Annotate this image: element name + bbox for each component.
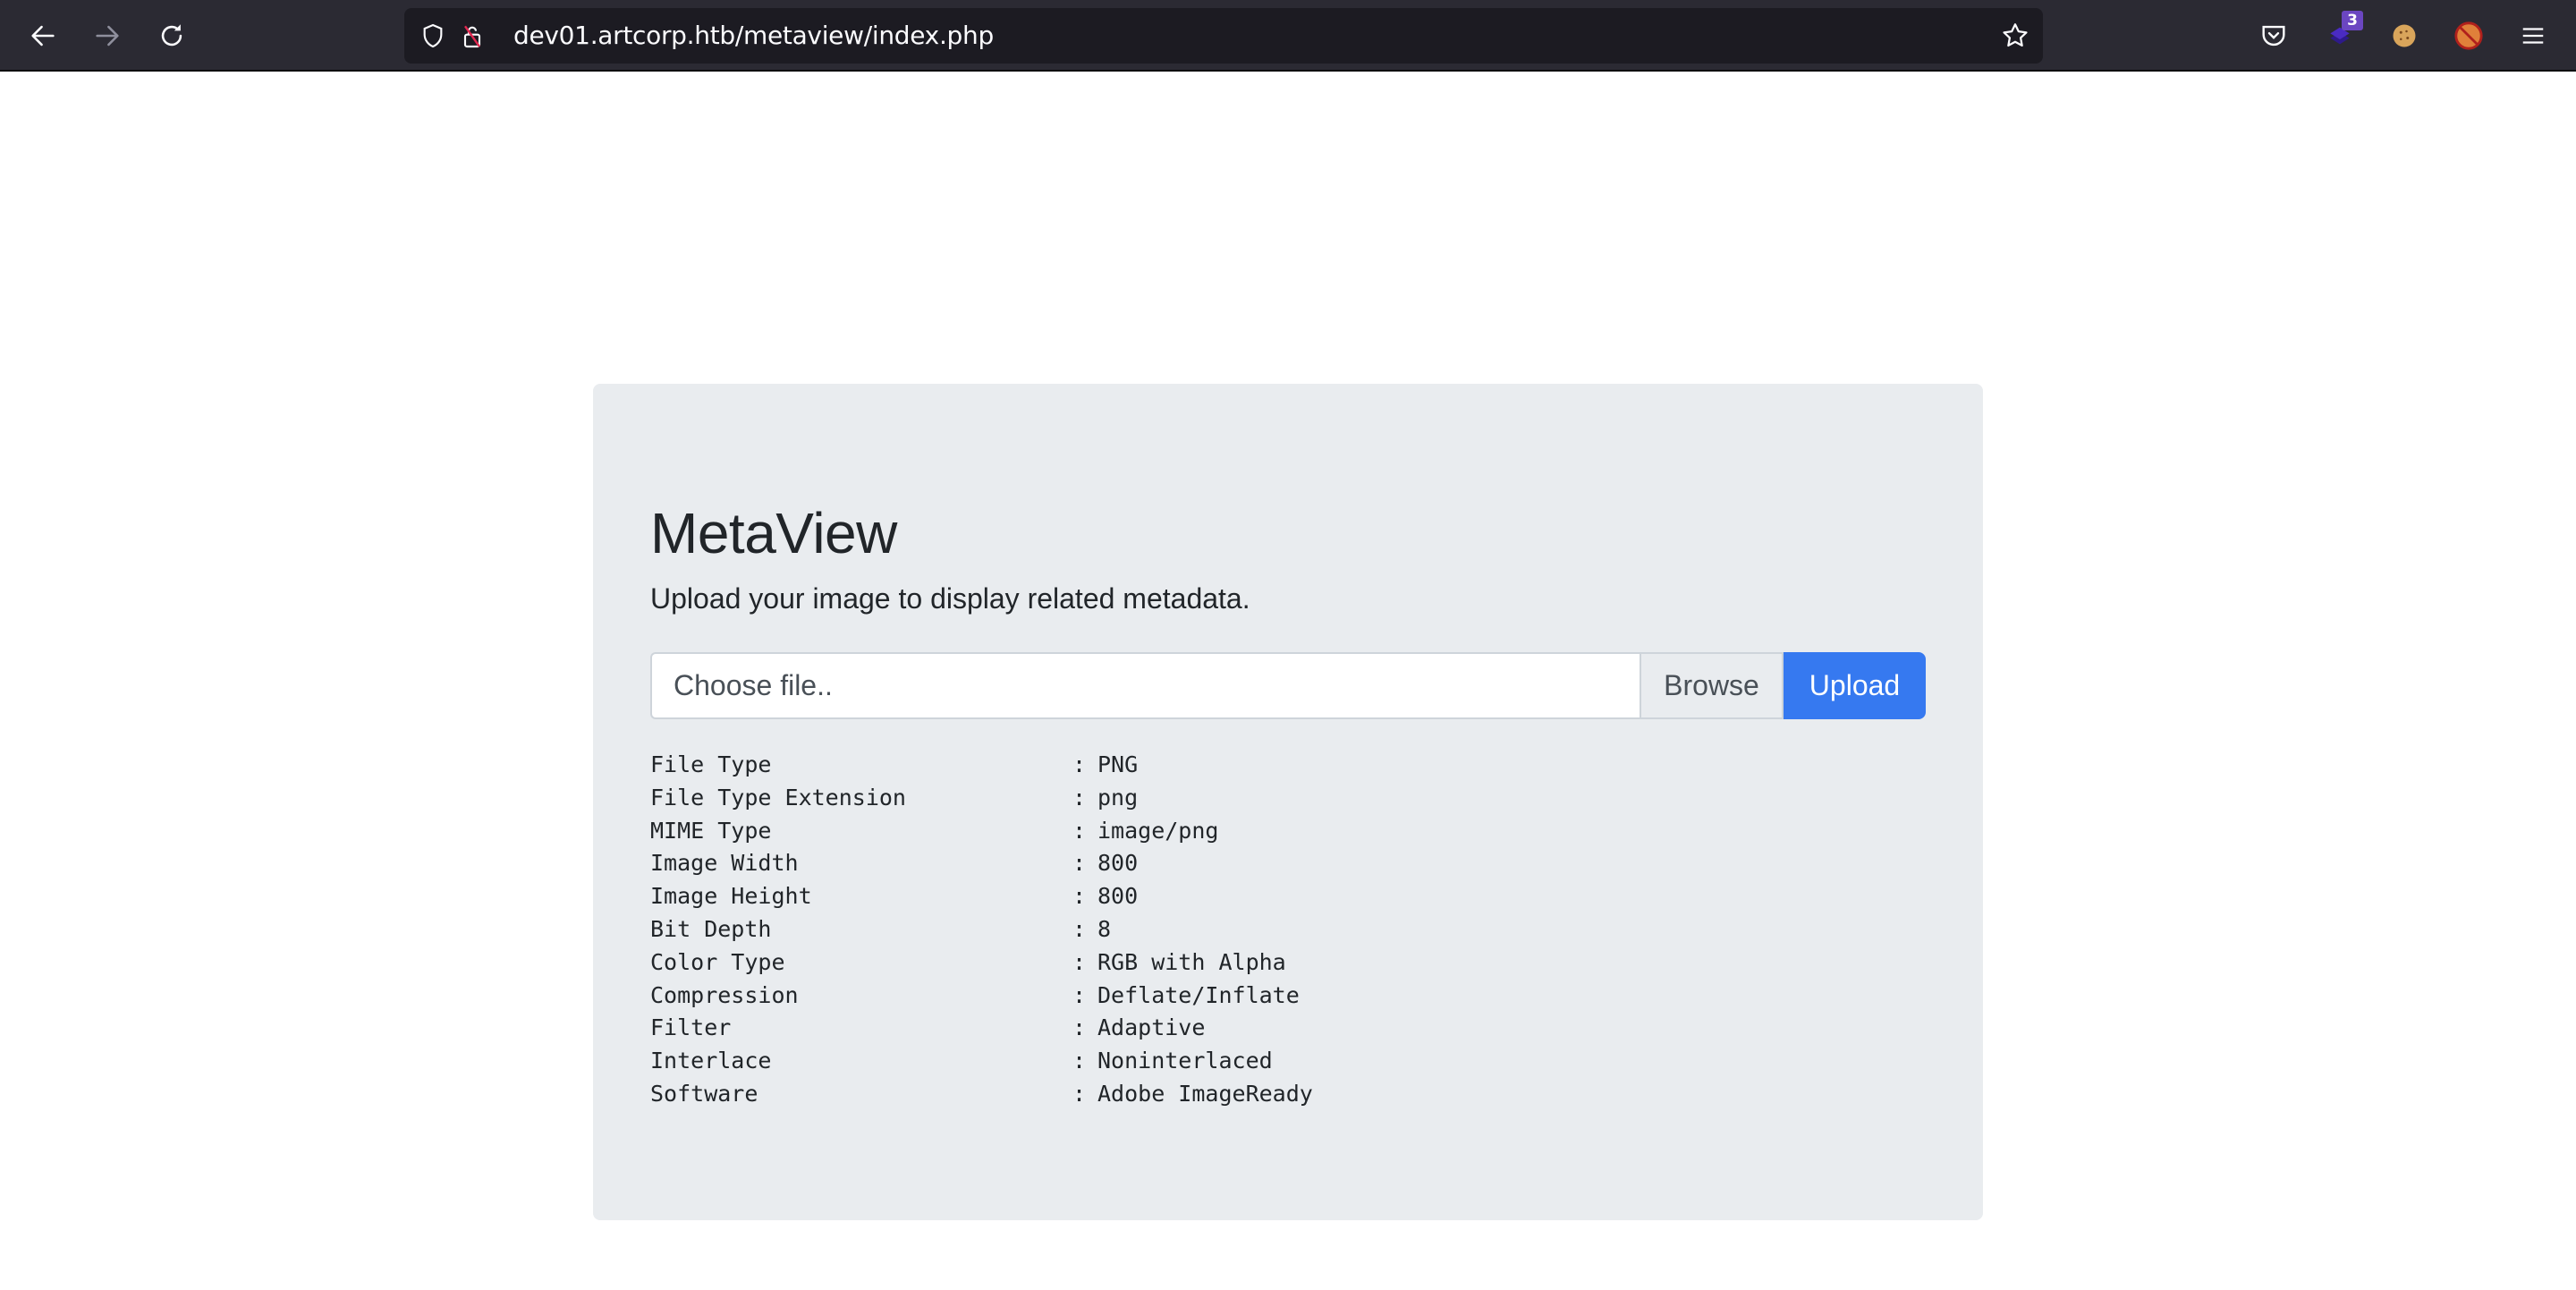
metadata-row: Software: Adobe ImageReady <box>650 1078 1313 1111</box>
metadata-key: Software <box>650 1080 758 1107</box>
metadata-value: image/png <box>1097 817 1219 844</box>
metadata-value: Deflate/Inflate <box>1097 981 1300 1008</box>
url-text[interactable]: dev01.artcorp.htb/metaview/index.php <box>513 21 994 50</box>
metadata-output: File Type: PNG File Type Extension: png MIME… <box>650 749 1313 1111</box>
arrow-right-icon <box>96 25 119 47</box>
metadata-row: Compression: Deflate/Inflate <box>650 980 1313 1013</box>
metadata-key: Image Height <box>650 883 812 910</box>
metadata-value: png <box>1097 784 1139 810</box>
metadata-separator: : <box>1072 784 1087 810</box>
metadata-separator: : <box>1072 915 1087 942</box>
cookie-icon <box>2393 24 2416 47</box>
metadata-row: Bit Depth:8 <box>650 913 1313 946</box>
browser-toolbar: dev01.artcorp.htb/metaview/index.php 3 <box>0 0 2576 72</box>
metadata-row: MIME Type: image/png <box>650 815 1313 848</box>
metadata-key: File Type Extension <box>650 784 906 810</box>
cookie-extension-button[interactable] <box>2385 16 2424 55</box>
metadata-separator: : <box>1072 817 1087 844</box>
metadata-row: Image Height:800 <box>650 880 1313 913</box>
metadata-value: 800 <box>1097 883 1139 910</box>
metadata-row: File Type: PNG <box>650 749 1313 782</box>
blocker-extension-button[interactable] <box>2449 16 2488 55</box>
back-button[interactable] <box>25 18 61 54</box>
metadata-key: Interlace <box>650 1048 772 1074</box>
metadata-value: Noninterlaced <box>1097 1048 1273 1074</box>
arrow-left-icon <box>31 25 55 47</box>
metadata-key: File Type <box>650 751 772 777</box>
forward-button[interactable] <box>89 18 125 54</box>
metadata-separator: : <box>1072 948 1087 975</box>
metadata-separator: : <box>1072 1048 1087 1074</box>
metadata-key: Color Type <box>650 948 785 975</box>
pocket-icon <box>2262 25 2285 47</box>
metadata-value: 8 <box>1097 915 1112 942</box>
metadata-value: Adaptive <box>1097 1014 1206 1041</box>
metaview-card: MetaView Upload your image to display re… <box>593 384 1983 1220</box>
metadata-value: PNG <box>1097 751 1139 777</box>
file-input[interactable]: Choose file.. <box>650 652 1640 719</box>
page-title: MetaView <box>650 501 897 565</box>
shield-icon[interactable] <box>419 21 447 50</box>
star-icon[interactable] <box>2000 21 2030 51</box>
metadata-separator: : <box>1072 751 1087 777</box>
metadata-separator: : <box>1072 981 1087 1008</box>
metadata-key: Filter <box>650 1014 732 1041</box>
extension-stack-button[interactable]: 3 <box>2320 11 2363 55</box>
pocket-button[interactable] <box>2254 16 2293 55</box>
metadata-separator: : <box>1072 883 1087 910</box>
metadata-row: File Type Extension: png <box>650 782 1313 815</box>
browse-button[interactable]: Browse <box>1640 652 1784 719</box>
menu-button[interactable] <box>2513 16 2553 55</box>
metadata-separator: : <box>1072 1080 1087 1107</box>
extension-badge: 3 <box>2342 11 2363 30</box>
metadata-row: Filter: Adaptive <box>650 1012 1313 1045</box>
metadata-key: Compression <box>650 981 799 1008</box>
url-bar[interactable]: dev01.artcorp.htb/metaview/index.php <box>404 8 2043 64</box>
metadata-separator: : <box>1072 850 1087 877</box>
insecure-lock-icon[interactable] <box>458 21 487 50</box>
metadata-key: Bit Depth <box>650 915 772 942</box>
metadata-value: 800 <box>1097 850 1139 877</box>
reload-icon <box>161 24 182 47</box>
metadata-separator: : <box>1072 1014 1087 1041</box>
metadata-row: Color Type: RGB with Alpha <box>650 946 1313 980</box>
metadata-key: MIME Type <box>650 817 772 844</box>
upload-button[interactable]: Upload <box>1784 652 1926 719</box>
page-subtitle: Upload your image to display related met… <box>650 582 1250 615</box>
metadata-key: Image Width <box>650 850 799 877</box>
metadata-value: Adobe ImageReady <box>1097 1080 1313 1107</box>
metadata-row: Interlace: Noninterlaced <box>650 1045 1313 1078</box>
fox-blocked-icon <box>2454 21 2483 50</box>
upload-form: Choose file.. Browse Upload <box>650 652 1926 719</box>
metadata-row: Image Width:800 <box>650 847 1313 880</box>
file-input-placeholder: Choose file.. <box>674 669 833 701</box>
hamburger-menu-icon <box>2522 28 2544 44</box>
metadata-value: RGB with Alpha <box>1097 948 1286 975</box>
reload-button[interactable] <box>154 18 190 54</box>
